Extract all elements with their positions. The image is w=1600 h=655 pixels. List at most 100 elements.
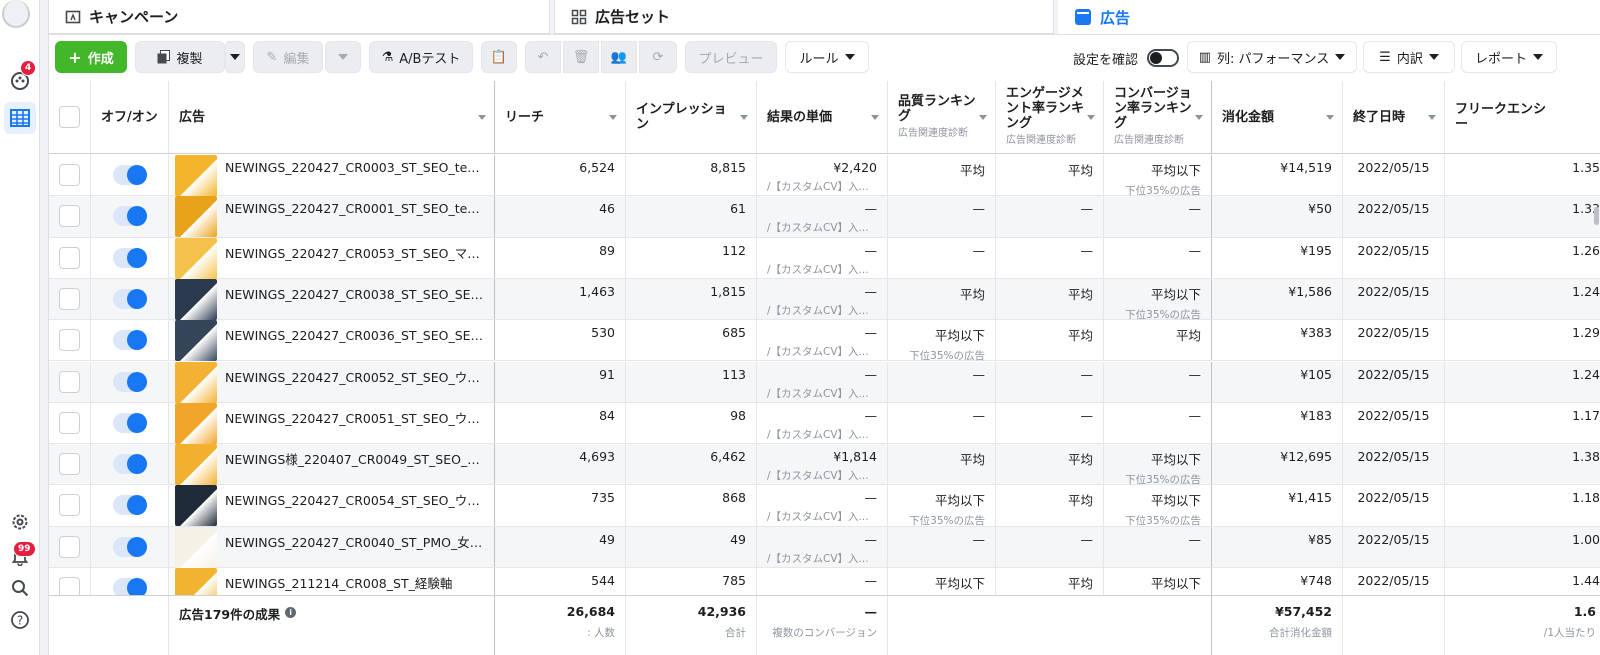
preview-button[interactable]: プレビュー xyxy=(685,41,777,73)
trash-icon[interactable]: 🗑 xyxy=(563,41,599,73)
ad-name-link[interactable]: NEWINGS様_220407_CR0049_ST_SEO_ウ... xyxy=(225,449,484,468)
ad-on-off-toggle[interactable] xyxy=(112,495,147,516)
ad-on-off-toggle[interactable] xyxy=(112,165,147,185)
select-all-checkbox[interactable] xyxy=(59,106,80,128)
breakdown-dropdown[interactable]: ☰ 内訳 xyxy=(1363,41,1455,73)
table-row[interactable]: NEWINGS_220427_CR0040_ST_PMO_女性... 49 49 — /… xyxy=(49,526,1600,568)
review-settings-toggle[interactable] xyxy=(1147,49,1179,67)
ad-thumbnail[interactable] xyxy=(175,320,217,362)
ad-on-off-toggle[interactable] xyxy=(112,412,147,433)
ad-name-link[interactable]: NEWINGS_220427_CR0001_ST_SEO_text001 xyxy=(225,201,484,216)
table-scrollbar[interactable] xyxy=(1594,207,1599,225)
ab-test-button[interactable]: ⚗ A/Bテスト xyxy=(369,41,473,73)
ad-name-link[interactable]: NEWINGS_220427_CR0036_ST_SEO_SEOデ... xyxy=(225,325,484,344)
ad-name-link[interactable]: NEWINGS_211214_CR008_ST_経験軸 xyxy=(225,573,452,592)
table-row[interactable]: NEWINGS_220427_CR0038_ST_SEO_SEOデ... 1,46… xyxy=(49,278,1600,321)
table-row[interactable]: NEWINGS様_220407_CR0049_ST_SEO_ウ... 4,693 6… xyxy=(49,444,1600,486)
search-icon[interactable] xyxy=(4,572,36,604)
col-onoff[interactable]: オフ/オン xyxy=(91,81,169,153)
col-conversion-ranking[interactable]: コンバージョン率ランキング 広告関連度診断 xyxy=(1104,81,1212,153)
ad-on-off-toggle[interactable] xyxy=(112,454,147,475)
ad-name-link[interactable]: NEWINGS_220427_CR0054_ST_SEO_ウェ... xyxy=(225,490,484,509)
ad-name-link[interactable]: NEWINGS_220427_CR0051_ST_SEO_ウェ... xyxy=(225,408,484,427)
impressions-value: 49 xyxy=(730,531,746,547)
ad-thumbnail[interactable] xyxy=(175,361,217,403)
quality-ranking-cell: — xyxy=(888,237,996,278)
ad-on-off-toggle[interactable] xyxy=(112,536,147,557)
table-row[interactable]: NEWINGS_220427_CR0036_ST_SEO_SEOデ... 530 6… xyxy=(49,320,1600,362)
ad-thumbnail[interactable] xyxy=(175,485,217,527)
impressions-value: 868 xyxy=(722,490,746,506)
col-spend[interactable]: 消化金額 xyxy=(1212,81,1343,153)
row-checkbox[interactable] xyxy=(59,164,80,186)
table-row[interactable]: NEWINGS_220427_CR0053_ST_SEO_マー... 89 112 —… xyxy=(49,237,1600,279)
col-engagement-ranking[interactable]: エンゲージメント率ランキング 広告関連度診断 xyxy=(996,81,1104,153)
people-icon[interactable]: 👥 xyxy=(601,41,637,73)
edit-chevron-down-icon[interactable] xyxy=(325,41,361,73)
rules-dropdown[interactable]: ルール xyxy=(785,41,869,73)
tab-ads[interactable]: 広告 xyxy=(1058,0,1600,34)
ad-name-link[interactable]: NEWINGS_220427_CR0040_ST_PMO_女性... xyxy=(225,532,484,551)
table-row[interactable]: NEWINGS_220427_CR0051_ST_SEO_ウェ... 84 98 — /… xyxy=(49,402,1600,445)
table-row[interactable]: NEWINGS_220427_CR0052_ST_SEO_ウェ... 91 113 —… xyxy=(49,361,1600,403)
ad-on-off-toggle[interactable] xyxy=(112,371,147,392)
cost-conversion-label: /【カスタムCV】入... xyxy=(767,304,869,317)
row-checkbox[interactable] xyxy=(59,411,80,434)
tab-adsets[interactable]: 広告セット xyxy=(554,0,1054,34)
tab-campaigns[interactable]: キャンペーン xyxy=(48,0,550,34)
row-checkbox[interactable] xyxy=(59,205,80,228)
row-checkbox[interactable] xyxy=(59,287,80,310)
row-checkbox[interactable] xyxy=(59,370,80,393)
duplicate-chevron-down-icon[interactable] xyxy=(225,41,245,73)
ad-name-link[interactable]: NEWINGS_220427_CR0003_ST_SEO_text001 xyxy=(225,160,484,175)
impressions-cell: 1,815 xyxy=(626,278,757,320)
select-all-cell xyxy=(49,81,91,153)
ad-on-off-toggle[interactable] xyxy=(112,247,147,268)
ad-name-cell: NEWINGS_220427_CR0040_ST_PMO_女性... xyxy=(169,526,495,568)
ad-name-link[interactable]: NEWINGS_220427_CR0038_ST_SEO_SEOデ... xyxy=(225,284,484,303)
col-cost-per-result[interactable]: 結果の単価 xyxy=(757,81,888,153)
ad-thumbnail[interactable] xyxy=(175,196,217,238)
columns-dropdown[interactable]: ▥ 列: パフォーマンス xyxy=(1187,41,1357,73)
reports-dropdown[interactable]: レポート xyxy=(1461,41,1557,73)
ad-thumbnail[interactable] xyxy=(175,278,217,320)
row-checkbox[interactable] xyxy=(59,494,80,517)
ad-thumbnail[interactable] xyxy=(175,402,217,444)
table-row[interactable]: NEWINGS_220427_CR0003_ST_SEO_text001 6,52… xyxy=(49,155,1600,197)
edit-button[interactable]: ✎ 編集 xyxy=(253,41,323,73)
ad-thumbnail[interactable] xyxy=(175,526,217,568)
col-frequency[interactable]: フリークエンシー xyxy=(1445,81,1600,153)
info-icon[interactable]: i xyxy=(285,607,297,618)
engagement-ranking-cell: — xyxy=(996,196,1104,237)
clipboard-icon[interactable]: 📋 xyxy=(481,41,517,73)
ad-on-off-toggle[interactable] xyxy=(112,330,147,351)
ad-on-off-toggle[interactable] xyxy=(112,288,147,309)
ad-name-link[interactable]: NEWINGS_220427_CR0052_ST_SEO_ウェ... xyxy=(225,367,484,386)
undo-icon[interactable]: ↶ xyxy=(525,41,561,73)
col-reach[interactable]: リーチ xyxy=(495,81,626,153)
help-icon[interactable]: ? xyxy=(4,604,36,636)
col-ad[interactable]: 広告 xyxy=(169,81,495,153)
refresh-message-icon[interactable]: ⟳ xyxy=(639,41,677,73)
row-checkbox[interactable] xyxy=(59,329,80,352)
ad-thumbnail[interactable] xyxy=(175,444,217,486)
account-avatar[interactable] xyxy=(2,0,30,28)
table-row[interactable]: NEWINGS_220427_CR0054_ST_SEO_ウェ... 735 868… xyxy=(49,485,1600,527)
ad-thumbnail[interactable] xyxy=(175,155,217,196)
col-impressions[interactable]: インプレッション xyxy=(626,81,757,153)
table-row[interactable]: NEWINGS_220427_CR0001_ST_SEO_text001 46 61… xyxy=(49,196,1600,238)
create-button[interactable]: + 作成 xyxy=(55,41,127,73)
col-end-date[interactable]: 終了日時 xyxy=(1343,81,1445,153)
row-checkbox[interactable] xyxy=(59,453,80,476)
ads-manager-table-icon[interactable] xyxy=(4,102,36,134)
ad-thumbnail[interactable] xyxy=(175,237,217,279)
ad-on-off-toggle[interactable] xyxy=(112,206,147,227)
row-checkbox[interactable] xyxy=(59,535,80,558)
freq-cell: 1.17 xyxy=(1445,403,1600,443)
col-quality-ranking[interactable]: 品質ランキング 広告関連度診断 xyxy=(888,81,996,153)
settings-gear-icon[interactable] xyxy=(4,506,36,538)
footer-reach-sub: : 人数 xyxy=(587,627,615,639)
ad-name-link[interactable]: NEWINGS_220427_CR0053_ST_SEO_マー... xyxy=(225,243,484,262)
row-checkbox[interactable] xyxy=(59,246,80,269)
duplicate-button[interactable]: 複製 xyxy=(135,41,225,73)
